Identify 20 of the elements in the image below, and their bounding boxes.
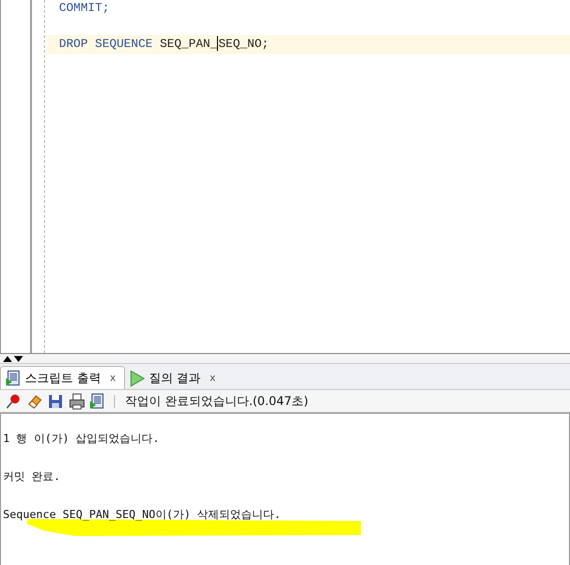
document-play-icon: [5, 370, 22, 386]
splitter-arrows-icon[interactable]: [2, 355, 24, 363]
save-icon[interactable]: [47, 392, 64, 410]
printer-icon[interactable]: [68, 392, 85, 410]
code-line: DROP SEQUENCE SEQ_PAN_SEQ_NO;: [59, 37, 269, 51]
eraser-icon[interactable]: [26, 392, 43, 410]
document-play-icon[interactable]: [89, 392, 106, 410]
code-line: COMMIT;: [59, 1, 110, 15]
output-line: 1 행 이(가) 삽입되었습니다.: [3, 431, 160, 447]
close-button[interactable]: x: [210, 372, 216, 384]
tab-label[interactable]: 질의 결과: [148, 370, 201, 386]
tab-label[interactable]: 스크립트 출력: [25, 370, 101, 386]
status-text: 작업이 완료되었습니다.(0.047초): [125, 392, 308, 410]
play-icon: [128, 370, 146, 386]
pushpin-icon[interactable]: [5, 392, 22, 410]
close-button[interactable]: x: [110, 372, 116, 384]
tab[interactable]: 스크립트 출력 x: [0, 366, 125, 389]
output-line: Sequence SEQ_PAN_SEQ_NO이(가) 삭제되었습니다.: [3, 507, 281, 523]
tab[interactable]: 질의 결과 x: [124, 367, 224, 389]
output-line: 커밋 완료.: [3, 469, 60, 485]
